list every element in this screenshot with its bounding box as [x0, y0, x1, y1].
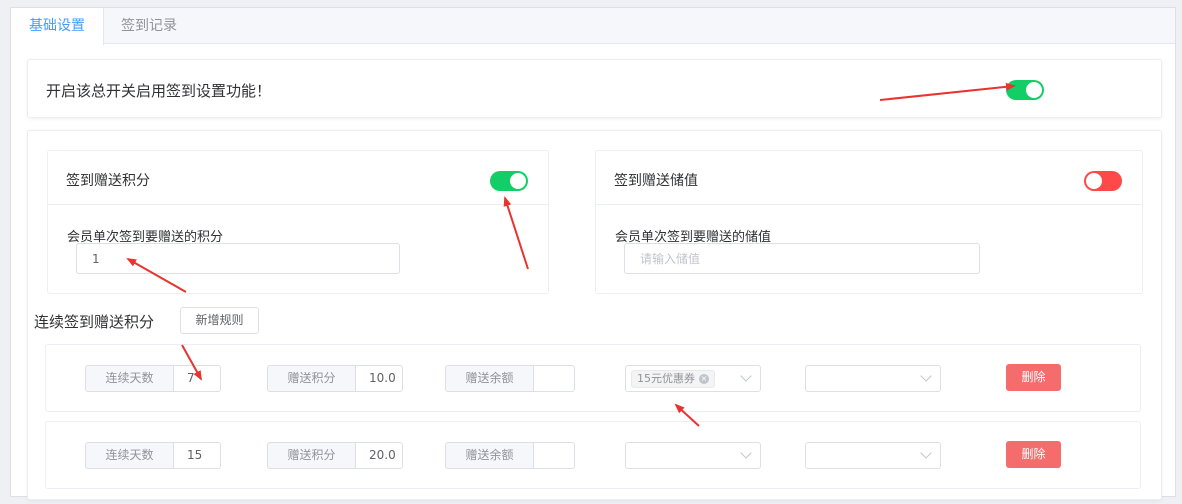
toggle-knob: [1026, 82, 1042, 98]
coupon-tag: 15元优惠券 ×: [631, 370, 715, 388]
rule-row: 连续天数 15 赠送积分 20.0 赠送余额 删除: [45, 421, 1141, 489]
balance-reward-card: 签到赠送储值 会员单次签到要赠送的储值: [595, 150, 1143, 294]
points-group: 赠送积分 20.0: [267, 442, 403, 469]
delete-rule-button[interactable]: 删除: [1006, 441, 1061, 468]
delete-rule-button[interactable]: 删除: [1006, 364, 1061, 391]
chevron-down-icon: [740, 370, 752, 382]
points-toggle[interactable]: [490, 171, 528, 191]
second-select[interactable]: [805, 442, 941, 469]
balance-prepend: 赠送余额: [445, 365, 533, 392]
tab-basic-settings[interactable]: 基础设置: [11, 8, 104, 45]
balance-card-header: 签到赠送储值: [596, 151, 1142, 205]
days-group: 连续天数 7: [85, 365, 221, 392]
balance-card-title: 签到赠送储值: [614, 173, 698, 189]
points-card-header: 签到赠送积分: [48, 151, 548, 205]
balance-group: 赠送余额: [445, 442, 575, 469]
points-group: 赠送积分 10.0: [267, 365, 403, 392]
toggle-knob: [510, 173, 526, 189]
points-input[interactable]: 20.0: [355, 442, 403, 469]
chevron-down-icon: [740, 447, 752, 459]
points-input[interactable]: [76, 243, 400, 274]
balance-input[interactable]: [533, 365, 575, 392]
balance-group: 赠送余额: [445, 365, 575, 392]
points-prepend: 赠送积分: [267, 365, 355, 392]
add-rule-button[interactable]: 新增规则: [180, 307, 259, 334]
coupon-tag-label: 15元优惠券: [637, 372, 695, 385]
tag-close-icon[interactable]: ×: [699, 374, 709, 384]
tab-bar: 基础设置 签到记录: [11, 8, 1175, 45]
coupon-select[interactable]: 15元优惠券 ×: [625, 365, 761, 392]
days-input[interactable]: 7: [173, 365, 221, 392]
points-reward-card: 签到赠送积分 会员单次签到要赠送的积分: [47, 150, 549, 294]
points-prepend: 赠送积分: [267, 442, 355, 469]
days-prepend: 连续天数: [85, 365, 173, 392]
balance-prepend: 赠送余额: [445, 442, 533, 469]
points-card-title: 签到赠送积分: [66, 173, 150, 189]
balance-input[interactable]: [533, 442, 575, 469]
rule-row: 连续天数 7 赠送积分 10.0 赠送余额 15元优惠券 × 删除: [45, 344, 1141, 412]
tab-signin-records[interactable]: 签到记录: [103, 8, 195, 45]
days-input[interactable]: 15: [173, 442, 221, 469]
balance-input[interactable]: [624, 243, 980, 274]
master-switch-card: 开启该总开关启用签到设置功能！: [27, 59, 1162, 118]
days-group: 连续天数 15: [85, 442, 221, 469]
toggle-knob: [1086, 173, 1102, 189]
balance-toggle[interactable]: [1084, 171, 1122, 191]
chevron-down-icon: [920, 447, 932, 459]
points-input[interactable]: 10.0: [355, 365, 403, 392]
master-switch-text: 开启该总开关启用签到设置功能！: [46, 82, 272, 100]
chevron-down-icon: [920, 370, 932, 382]
days-prepend: 连续天数: [85, 442, 173, 469]
consecutive-rules-title: 连续签到赠送积分: [34, 313, 155, 331]
master-toggle[interactable]: [1006, 80, 1044, 100]
second-select[interactable]: [805, 365, 941, 392]
coupon-select[interactable]: [625, 442, 761, 469]
